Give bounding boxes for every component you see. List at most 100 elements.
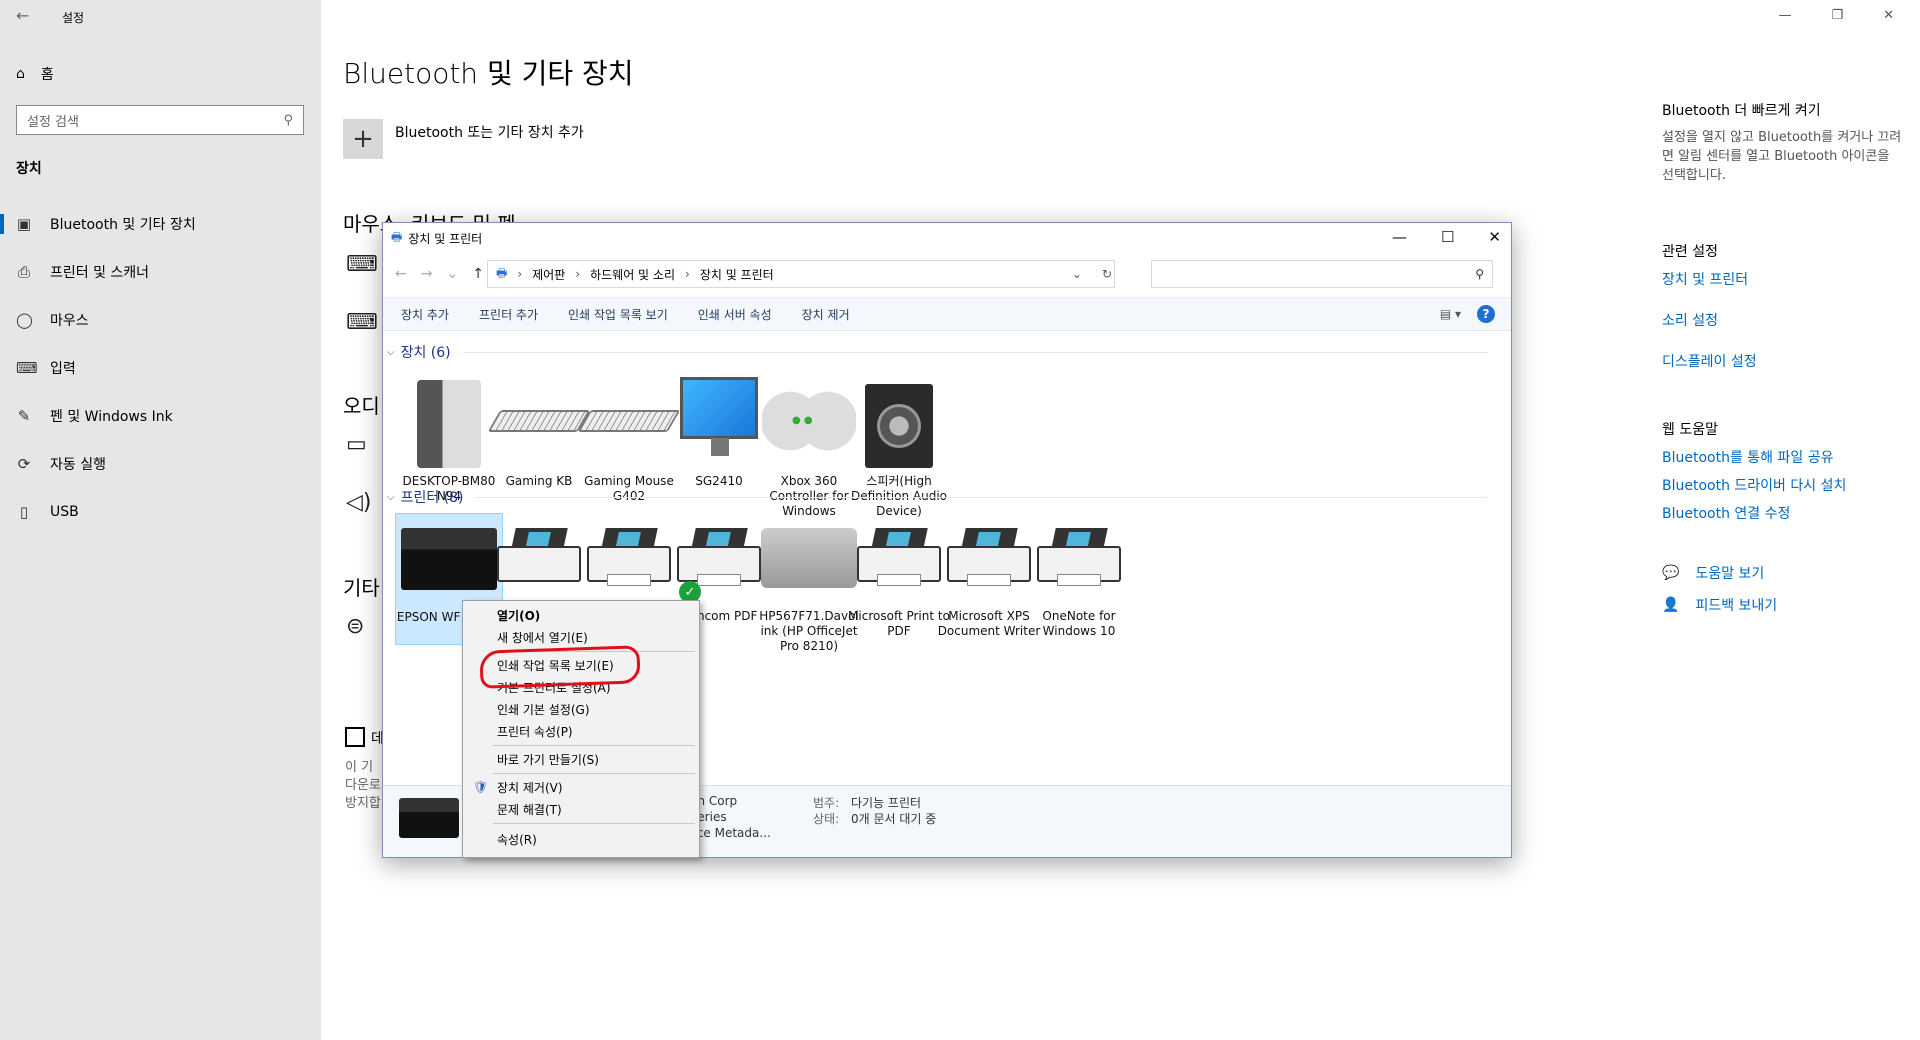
monitor-icon bbox=[680, 377, 758, 456]
breadcrumb-item[interactable]: 하드웨어 및 소리 bbox=[590, 266, 675, 283]
keyboard-icon: ⌨ bbox=[346, 310, 378, 335]
related-settings-title: 관련 설정 bbox=[1662, 244, 1718, 260]
menu-item-properties[interactable]: 속성(R) bbox=[463, 829, 699, 849]
control-panel-icon: 🖶 bbox=[496, 265, 508, 280]
address-row: ← → ⌄ ↑ 🖶 › 제어판 › 하드웨어 및 소리 › 장치 및 프린터 ⌄… bbox=[383, 259, 1511, 289]
settings-search-input[interactable]: 설정 검색 ⚲ bbox=[16, 105, 304, 135]
add-device-button[interactable]: + Bluetooth 또는 기타 장치 추가 bbox=[343, 119, 584, 159]
menu-item-printing-preferences[interactable]: 인쇄 기본 설정(G) bbox=[463, 699, 699, 719]
feedback-row[interactable]: 👤 피드백 보내기 bbox=[1662, 595, 1912, 615]
breadcrumb-item[interactable]: 장치 및 프린터 bbox=[700, 266, 774, 283]
back-icon[interactable]: ← bbox=[395, 266, 407, 282]
quick-bluetooth-desc: 설정을 열지 않고 Bluetooth를 켜거나 끄려면 알림 센터를 열고 B… bbox=[1662, 130, 1902, 183]
up-icon[interactable]: ↑ bbox=[472, 266, 484, 282]
get-help-row[interactable]: 💬 도움말 보기 bbox=[1662, 563, 1912, 583]
link-devices-printers[interactable]: 장치 및 프린터 bbox=[1662, 269, 1912, 289]
right-panel: Bluetooth 더 빠르게 켜기 설정을 열지 않고 Bluetooth를 … bbox=[1662, 100, 1912, 615]
home-icon: ⌂ bbox=[16, 66, 25, 82]
metered-download-checkbox[interactable] bbox=[345, 727, 365, 747]
sidebar-item-usb[interactable]: ▯ USB bbox=[0, 494, 321, 530]
cmd-see-print-queue[interactable]: 인쇄 작업 목록 보기 bbox=[568, 306, 668, 323]
menu-item-printer-properties[interactable]: 프린터 속성(P) bbox=[463, 721, 699, 741]
speaker-icon: ◁) bbox=[346, 490, 372, 515]
view-options-icon[interactable]: ▤ ▾ bbox=[1440, 307, 1461, 321]
link-get-help[interactable]: 도움말 보기 bbox=[1695, 563, 1764, 583]
link-share-files[interactable]: Bluetooth를 통해 파일 공유 bbox=[1662, 447, 1912, 467]
menu-item-remove-device[interactable]: 🛡 장치 제거(V) bbox=[463, 777, 699, 797]
close-icon[interactable]: ✕ bbox=[1883, 8, 1894, 23]
sidebar-item-label: 마우스 bbox=[50, 313, 89, 329]
cmd-add-printer[interactable]: 프린터 추가 bbox=[479, 306, 538, 323]
app-title: 설정 bbox=[62, 11, 85, 25]
refresh-icon[interactable]: ↻ bbox=[1102, 267, 1112, 281]
menu-separator bbox=[493, 651, 695, 652]
link-reinstall-driver[interactable]: Bluetooth 드라이버 다시 설치 bbox=[1662, 475, 1912, 495]
sidebar-home[interactable]: ⌂ 홈 bbox=[16, 64, 54, 84]
link-feedback[interactable]: 피드백 보내기 bbox=[1695, 595, 1777, 615]
gamepad-icon bbox=[762, 390, 856, 451]
page-title: Bluetooth 및 기타 장치 bbox=[343, 57, 634, 90]
close-icon[interactable]: ✕ bbox=[1488, 228, 1501, 246]
desc-line: 방지합 bbox=[345, 796, 381, 811]
shield-icon: 🛡 bbox=[473, 780, 489, 794]
menu-item-troubleshoot[interactable]: 문제 해결(T) bbox=[463, 799, 699, 819]
sidebar-item-label: 입력 bbox=[50, 361, 76, 377]
devices-group-header[interactable]: ⌵ 장치 (6) bbox=[387, 343, 1487, 361]
sidebar-item-label: USB bbox=[50, 504, 79, 520]
cmd-remove-device[interactable]: 장치 제거 bbox=[802, 306, 850, 323]
minimize-icon[interactable]: — bbox=[1778, 8, 1791, 23]
details-status-value: 0개 문서 대기 중 bbox=[851, 812, 937, 826]
chevron-right-icon: › bbox=[685, 267, 690, 281]
group-title: 프린터 (8) bbox=[400, 490, 464, 506]
menu-item-see-print-queue[interactable]: 인쇄 작업 목록 보기(E) bbox=[463, 655, 699, 675]
devices-printers-icon: 🖶 bbox=[391, 229, 403, 244]
group-title: 장치 (6) bbox=[400, 345, 451, 361]
sidebar-item-mouse[interactable]: ◯ 마우스 bbox=[0, 302, 321, 338]
window-controls: — ☐ ✕ bbox=[1392, 228, 1501, 246]
sidebar-home-label: 홈 bbox=[40, 67, 54, 83]
web-help-title: 웹 도움말 bbox=[1662, 422, 1718, 438]
minimize-icon[interactable]: — bbox=[1392, 228, 1407, 246]
breadcrumb-item[interactable]: 제어판 bbox=[532, 266, 565, 283]
search-input[interactable]: ⚲ bbox=[1151, 260, 1493, 288]
link-fix-connection[interactable]: Bluetooth 연결 수정 bbox=[1662, 503, 1912, 523]
command-bar: 장치 추가 프린터 추가 인쇄 작업 목록 보기 인쇄 서버 속성 장치 제거 … bbox=[383, 297, 1511, 331]
mouse-icon: ◯ bbox=[16, 311, 33, 329]
menu-item-open-new-window[interactable]: 새 창에서 열기(E) bbox=[463, 627, 699, 647]
address-tools: ⌄ ↻ bbox=[1072, 267, 1112, 281]
cmd-print-server-properties[interactable]: 인쇄 서버 속성 bbox=[698, 306, 772, 323]
arrow-left-icon[interactable]: ← bbox=[16, 6, 29, 25]
printer-onenote[interactable]: OneNote for Windows 10 bbox=[1025, 513, 1133, 639]
link-sound-settings[interactable]: 소리 설정 bbox=[1662, 310, 1912, 330]
feedback-icon: 👤 bbox=[1662, 597, 1680, 613]
restore-icon[interactable]: ❐ bbox=[1831, 8, 1843, 23]
recent-dropdown-icon[interactable]: ⌄ bbox=[446, 266, 458, 282]
chevron-down-icon[interactable]: ⌄ bbox=[1072, 267, 1082, 281]
search-icon: ⚲ bbox=[1475, 267, 1484, 281]
printers-group-header[interactable]: ⌵ 프린터 (8) bbox=[387, 488, 1487, 506]
sidebar-item-label: 자동 실행 bbox=[50, 457, 106, 473]
plus-icon: + bbox=[343, 119, 383, 159]
sidebar-item-printers[interactable]: ⎙ 프린터 및 스캐너 bbox=[0, 254, 321, 290]
sidebar-item-autoplay[interactable]: ⟳ 자동 실행 bbox=[0, 446, 321, 482]
help-icon[interactable]: ? bbox=[1477, 305, 1495, 323]
window-title: 장치 및 프린터 bbox=[408, 231, 483, 246]
address-bar[interactable]: 🖶 › 제어판 › 하드웨어 및 소리 › 장치 및 프린터 ⌄ ↻ bbox=[487, 260, 1115, 288]
chevron-right-icon: › bbox=[517, 267, 523, 281]
window-titlebar[interactable]: 🖶 장치 및 프린터 bbox=[383, 223, 1511, 253]
sidebar-item-typing[interactable]: ⌨ 입력 bbox=[0, 350, 321, 386]
menu-item-open[interactable]: 열기(O) bbox=[463, 605, 699, 625]
cmd-add-device[interactable]: 장치 추가 bbox=[401, 306, 449, 323]
details-category-value: 다기능 프린터 bbox=[851, 796, 922, 810]
sidebar-item-label: 펜 및 Windows Ink bbox=[50, 409, 173, 425]
maximize-icon[interactable]: ☐ bbox=[1441, 228, 1454, 246]
sidebar-item-pen[interactable]: ✎ 펜 및 Windows Ink bbox=[0, 398, 321, 434]
menu-separator bbox=[493, 823, 695, 824]
forward-icon[interactable]: → bbox=[421, 266, 433, 282]
sidebar-item-bluetooth[interactable]: ▣ Bluetooth 및 기타 장치 bbox=[0, 206, 321, 242]
device-label: OneNote for Windows 10 bbox=[1042, 609, 1116, 638]
link-display-settings[interactable]: 디스플레이 설정 bbox=[1662, 351, 1912, 371]
menu-item-set-default[interactable]: 기본 프린터로 설정(A) bbox=[463, 677, 699, 697]
menu-item-create-shortcut[interactable]: 바로 가기 만들기(S) bbox=[463, 749, 699, 769]
search-placeholder: 설정 검색 bbox=[27, 114, 79, 130]
